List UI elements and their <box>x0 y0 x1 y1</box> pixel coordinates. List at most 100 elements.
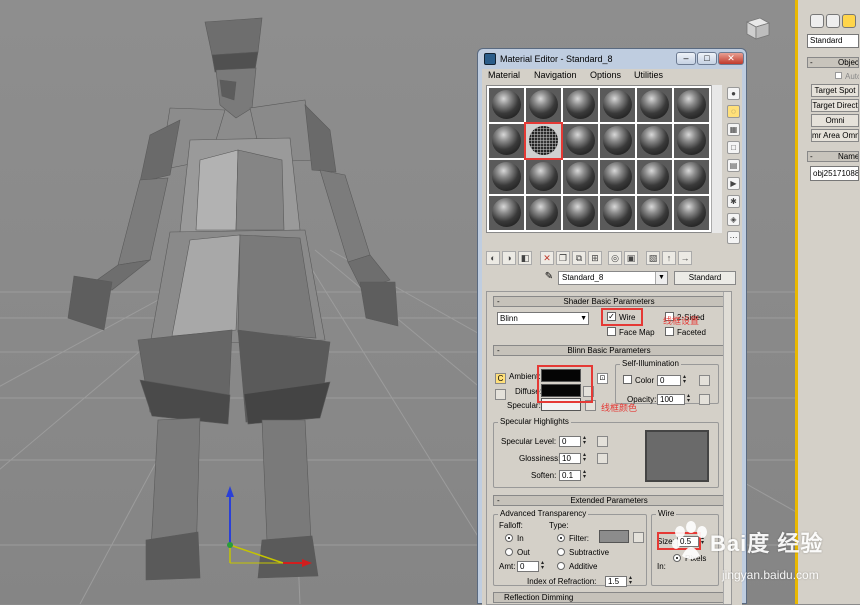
filter-map-button[interactable] <box>633 532 644 543</box>
material-sample-slot[interactable] <box>489 196 524 230</box>
material-sample-slot[interactable] <box>600 160 635 194</box>
rollout-extended-parameters[interactable]: - Extended Parameters <box>493 495 725 506</box>
create-shapes-icon[interactable] <box>826 14 840 28</box>
show-end-result-icon[interactable]: ▧ <box>646 251 660 265</box>
falloff-in-radio[interactable] <box>505 534 513 542</box>
face-map-checkbox[interactable] <box>607 327 616 336</box>
material-sample-slot[interactable] <box>674 160 709 194</box>
material-sample-slot[interactable] <box>526 88 561 122</box>
specular-level-map-button[interactable] <box>597 436 608 447</box>
material-type-button[interactable]: Standard <box>674 271 736 285</box>
make-copy-icon[interactable]: ❐ <box>556 251 570 265</box>
specular-level-spinner[interactable]: 0 <box>559 436 589 447</box>
rollout-blinn-basic[interactable]: - Blinn Basic Parameters <box>493 345 725 356</box>
get-material-icon[interactable]: ◐ <box>486 251 500 265</box>
material-sample-slot[interactable] <box>524 122 563 160</box>
filter-color-swatch[interactable] <box>599 530 629 543</box>
type-filter-radio[interactable] <box>557 534 565 542</box>
material-sample-slot[interactable] <box>563 196 598 230</box>
opacity-map-button[interactable] <box>699 394 710 405</box>
material-sample-slot[interactable] <box>637 88 672 122</box>
show-map-icon[interactable]: ▣ <box>624 251 638 265</box>
material-sample-slot[interactable] <box>526 160 561 194</box>
material-sample-slot[interactable] <box>489 124 524 158</box>
shader-type-dropdown[interactable]: Blinn ▼ <box>497 312 589 325</box>
menu-utilities[interactable]: Utilities <box>634 70 663 80</box>
material-sample-slot[interactable] <box>489 88 524 122</box>
self-illum-value-spinner[interactable]: 0 <box>657 375 689 386</box>
go-forward-to-sibling-icon[interactable]: → <box>678 251 692 265</box>
type-subtractive-radio[interactable] <box>557 548 565 556</box>
menu-material[interactable]: Material <box>488 70 520 80</box>
mr-area-omni-button[interactable]: mr Area Omni <box>811 129 859 142</box>
close-button[interactable]: ✕ <box>718 52 744 65</box>
backlight-icon[interactable]: ◌ <box>727 105 740 118</box>
put-to-library-icon[interactable]: ⊞ <box>588 251 602 265</box>
title-bar[interactable]: Material Editor - Standard_8 – □ ✕ <box>478 49 746 69</box>
create-lights-icon[interactable] <box>842 14 856 28</box>
material-navigator-icon[interactable]: ⋯ <box>727 231 740 244</box>
menu-navigation[interactable]: Navigation <box>534 70 577 80</box>
create-geometry-icon[interactable] <box>810 14 824 28</box>
background-icon[interactable]: ▦ <box>727 123 740 136</box>
lock-icon[interactable]: ⊡ <box>597 373 608 384</box>
material-sample-slot[interactable] <box>563 124 598 158</box>
self-illum-color-checkbox[interactable] <box>623 375 632 384</box>
material-sample-slot[interactable] <box>600 124 635 158</box>
lock-ambient-diffuse-icon[interactable]: C <box>495 373 506 384</box>
viewcube-icon[interactable] <box>742 14 772 42</box>
type-additive-radio[interactable] <box>557 562 565 570</box>
material-name-field[interactable]: Standard_8 ▼ <box>558 271 668 285</box>
omni-button[interactable]: Omni <box>811 114 859 127</box>
go-to-parent-icon[interactable]: ↑ <box>662 251 676 265</box>
self-illum-map-button[interactable] <box>699 375 710 386</box>
menu-options[interactable]: Options <box>590 70 621 80</box>
material-toolbar: ◐ ◑ ◧ ✕ ❐ ⧉ ⊞ ◎ ▣ ▧ ↑ → <box>486 251 722 267</box>
amt-spinner[interactable]: 0 <box>517 561 547 572</box>
assign-material-icon[interactable]: ◧ <box>518 251 532 265</box>
autogrid-checkbox[interactable]: Autc <box>811 72 859 81</box>
material-sample-slot[interactable] <box>674 88 709 122</box>
opacity-spinner[interactable]: 100 <box>657 394 693 405</box>
material-sample-slot[interactable] <box>600 88 635 122</box>
falloff-out-radio[interactable] <box>505 548 513 556</box>
material-sample-slot[interactable] <box>637 160 672 194</box>
video-color-check-icon[interactable]: ▤ <box>727 159 740 172</box>
material-sample-slot[interactable] <box>600 196 635 230</box>
reset-map-icon[interactable]: ✕ <box>540 251 554 265</box>
target-spot-button[interactable]: Target Spot <box>811 84 859 97</box>
sample-type-icon[interactable]: ● <box>727 87 740 100</box>
material-sample-slot[interactable] <box>563 160 598 194</box>
category-combo[interactable]: Standard <box>807 34 859 48</box>
glossiness-map-button[interactable] <box>597 453 608 464</box>
put-material-to-scene-icon[interactable]: ◑ <box>502 251 516 265</box>
pick-material-eyedropper-icon[interactable]: ✎ <box>542 271 556 285</box>
material-sample-slot[interactable] <box>674 196 709 230</box>
rollout-shader-basic[interactable]: - Shader Basic Parameters <box>493 296 725 307</box>
chevron-down-icon[interactable]: ▼ <box>655 272 667 284</box>
rollout-object-type[interactable]: - Objec <box>807 57 859 68</box>
faceted-checkbox[interactable] <box>665 327 674 336</box>
make-preview-icon[interactable]: ▶ <box>727 177 740 190</box>
soften-spinner[interactable]: 0.1 <box>559 470 589 481</box>
rollout-name-color[interactable]: - Name a <box>807 151 859 162</box>
material-id-channel-icon[interactable]: ◎ <box>608 251 622 265</box>
material-sample-slot[interactable] <box>637 124 672 158</box>
material-sample-slot[interactable] <box>563 88 598 122</box>
material-sample-slot[interactable] <box>674 124 709 158</box>
options-icon[interactable]: ✱ <box>727 195 740 208</box>
glossiness-spinner[interactable]: 10 <box>559 453 589 464</box>
material-sample-slot[interactable] <box>637 196 672 230</box>
sample-uv-tiling-icon[interactable]: □ <box>727 141 740 154</box>
target-direct-button[interactable]: Target Direct <box>811 99 859 112</box>
minimize-button[interactable]: – <box>676 52 696 65</box>
select-by-material-icon[interactable]: ◈ <box>727 213 740 226</box>
object-name-field[interactable]: obj25171088 <box>810 166 859 181</box>
material-sample-slot[interactable] <box>526 196 561 230</box>
maximize-button[interactable]: □ <box>697 52 717 65</box>
ambient-map-lock-icon[interactable] <box>495 389 506 400</box>
ior-spinner[interactable]: 1.5 <box>605 576 635 587</box>
material-sample-slot[interactable] <box>489 160 524 194</box>
slots-scrollbar[interactable] <box>711 85 722 233</box>
make-unique-icon[interactable]: ⧉ <box>572 251 586 265</box>
